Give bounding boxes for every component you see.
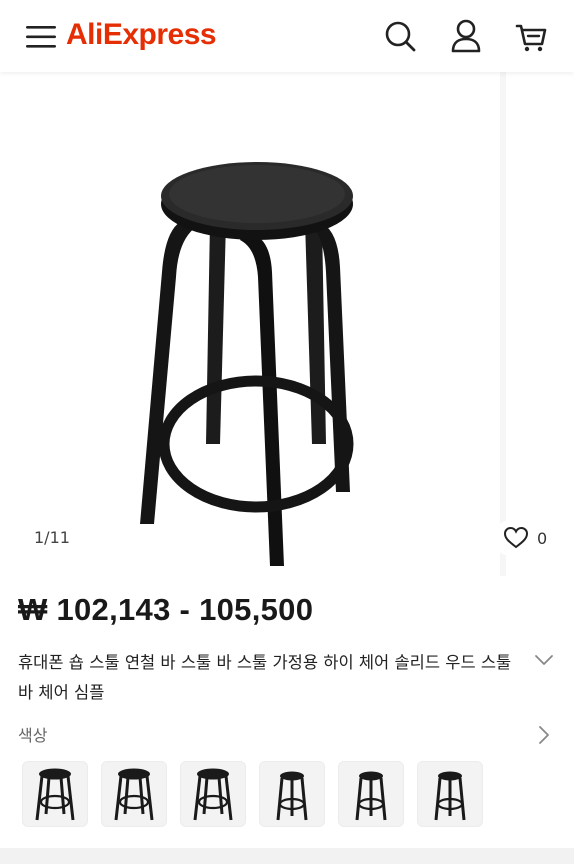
section-divider bbox=[0, 848, 574, 864]
product-price: ₩ 102,143 - 105,500 bbox=[18, 592, 314, 627]
color-option-label: 색상 bbox=[18, 726, 48, 745]
chevron-right-icon[interactable] bbox=[534, 724, 554, 746]
wishlist-button[interactable]: 0 bbox=[493, 520, 557, 556]
chevron-down-icon[interactable] bbox=[532, 650, 556, 670]
color-swatch[interactable] bbox=[101, 761, 167, 827]
color-swatch[interactable] bbox=[180, 761, 246, 827]
product-title: 휴대폰 숍 스툴 연철 바 스툴 바 스툴 가정용 하이 체어 솔리드 우드 스… bbox=[18, 653, 512, 702]
bar-stool-image bbox=[140, 162, 354, 566]
heart-icon bbox=[503, 526, 529, 549]
stool-thumbnail bbox=[355, 771, 387, 821]
color-swatch-list bbox=[22, 761, 483, 827]
search-icon[interactable] bbox=[382, 16, 418, 56]
stool-thumbnail bbox=[434, 771, 466, 821]
color-swatch[interactable] bbox=[417, 761, 483, 827]
color-swatch[interactable] bbox=[22, 761, 88, 827]
aliexpress-logo[interactable]: AliExpress bbox=[66, 18, 217, 52]
top-header: AliExpress bbox=[0, 0, 574, 72]
cart-icon[interactable] bbox=[513, 16, 549, 56]
stool-thumbnail bbox=[35, 768, 75, 821]
stool-thumbnail bbox=[276, 771, 308, 821]
product-image[interactable] bbox=[0, 72, 500, 576]
color-swatch[interactable] bbox=[338, 761, 404, 827]
product-image-gallery[interactable]: 1/11 0 bbox=[0, 72, 574, 576]
color-swatch[interactable] bbox=[259, 761, 325, 827]
next-image-peek[interactable] bbox=[506, 72, 574, 576]
menu-icon[interactable] bbox=[26, 24, 58, 50]
stool-thumbnail bbox=[114, 768, 154, 821]
stool-thumbnail bbox=[193, 768, 233, 821]
wishlist-count: 0 bbox=[537, 528, 548, 548]
image-counter: 1/11 bbox=[18, 520, 86, 556]
account-icon[interactable] bbox=[448, 16, 484, 56]
